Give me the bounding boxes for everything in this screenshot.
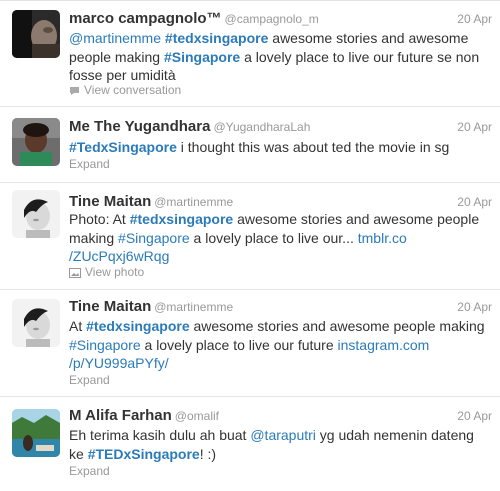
text-segment: i thought this was about ted the movie i… xyxy=(176,139,450,155)
tweet-timestamp[interactable]: 20 Apr xyxy=(457,12,492,26)
tweet-timestamp[interactable]: 20 Apr xyxy=(457,120,492,134)
tweet-timestamp[interactable]: 20 Apr xyxy=(457,195,492,209)
author-name[interactable]: marco campagnolo™ xyxy=(69,10,222,27)
author-handle[interactable]: @campagnolo_m xyxy=(225,12,319,26)
tweet-header: Me The Yugandhara @YugandharaLah 20 Apr xyxy=(69,118,492,140)
hashtag-link[interactable]: #tedxsingapore xyxy=(86,318,189,334)
author-handle[interactable]: @YugandharaLah xyxy=(213,120,310,134)
hashtag-link[interactable]: #tedxsingapore xyxy=(130,211,233,227)
author-name[interactable]: M Alifa Farhan xyxy=(69,407,172,424)
speech-bubble-icon xyxy=(69,85,80,99)
hashtag-link[interactable]: #tedxsingapore xyxy=(165,30,268,46)
author-handle[interactable]: @martinemme xyxy=(154,195,233,209)
hashtag-link[interactable]: #Singapore xyxy=(164,49,240,65)
url-link[interactable]: /ZUcPqxj6wRqg xyxy=(69,248,169,264)
action-label: View conversation xyxy=(84,83,182,97)
text-segment: Photo: At xyxy=(69,211,130,227)
mention-link[interactable]: @martinemme xyxy=(69,30,161,46)
avatar[interactable] xyxy=(12,118,60,166)
tweet-text: #TedxSingapore i thought this was about … xyxy=(69,138,490,157)
text-segment: ! :) xyxy=(199,445,217,462)
action-label: View photo xyxy=(85,265,145,279)
expand-link[interactable]: Expand xyxy=(69,157,110,171)
mention-link[interactable]: @taraputri xyxy=(250,427,316,443)
hashtag-link[interactable]: #Singapore xyxy=(69,337,141,353)
tweet-item[interactable]: marco campagnolo™ @campagnolo_m 20 Apr @m… xyxy=(0,1,500,107)
author-handle[interactable]: @omalif xyxy=(175,409,219,423)
tweet-text: Eh terima kasih dulu ah buat @taraputri … xyxy=(69,426,490,463)
url-link[interactable]: tmblr.co xyxy=(358,230,407,246)
avatar[interactable] xyxy=(12,409,60,457)
tweet-timestamp[interactable]: 20 Apr xyxy=(457,409,492,423)
photo-icon xyxy=(69,267,81,281)
url-link[interactable]: /p/YU999aPYfy/ xyxy=(69,355,169,371)
text-segment: awesome stories and awesome people makin… xyxy=(189,318,485,334)
avatar[interactable] xyxy=(12,10,60,58)
hashtag-link[interactable]: #TedxSingapore xyxy=(69,139,177,155)
author-handle[interactable]: @martinemme xyxy=(154,300,233,314)
view-photo-link[interactable]: View photo xyxy=(69,265,144,281)
tweet-item[interactable]: M Alifa Farhan @omalif 20 Apr Eh terima k… xyxy=(0,397,500,491)
hashtag-link[interactable]: #Singapore xyxy=(118,230,190,246)
text-segment: Eh terima kasih dulu ah buat xyxy=(69,427,251,443)
expand-link[interactable]: Expand xyxy=(69,373,110,387)
tweet-feed: marco campagnolo™ @campagnolo_m 20 Apr @m… xyxy=(0,0,500,490)
author-name[interactable]: Me The Yugandhara xyxy=(69,118,210,135)
text-segment: At xyxy=(69,318,87,334)
author-name[interactable]: Tine Maitan xyxy=(69,193,151,210)
tweet-timestamp[interactable]: 20 Apr xyxy=(457,300,492,314)
hashtag-link[interactable]: #TEDxSingapore xyxy=(88,446,200,462)
text-segment: a lovely place to live our... xyxy=(189,229,358,246)
avatar[interactable] xyxy=(12,299,60,347)
view-conversation-link[interactable]: View conversation xyxy=(69,83,181,99)
tweet-text: Photo: At #tedxsingapore awesome stories… xyxy=(69,210,490,266)
author-name[interactable]: Tine Maitan xyxy=(69,298,151,315)
tweet-item[interactable]: Tine Maitan @martinemme 20 Apr At #tedxsi… xyxy=(0,290,500,397)
tweet-text: At #tedxsingapore awesome stories and aw… xyxy=(69,317,490,373)
text-segment: a lovely place to live our future xyxy=(140,336,338,353)
tweet-text: @martinemme #tedxsingapore awesome stori… xyxy=(69,29,490,85)
tweet-item[interactable]: Tine Maitan @martinemme 20 Apr Photo: At … xyxy=(0,183,500,290)
url-link[interactable]: instagram.com xyxy=(338,337,430,353)
avatar[interactable] xyxy=(12,190,60,238)
tweet-item[interactable]: Me The Yugandhara @YugandharaLah 20 Apr #… xyxy=(0,107,500,183)
expand-link[interactable]: Expand xyxy=(69,464,110,478)
